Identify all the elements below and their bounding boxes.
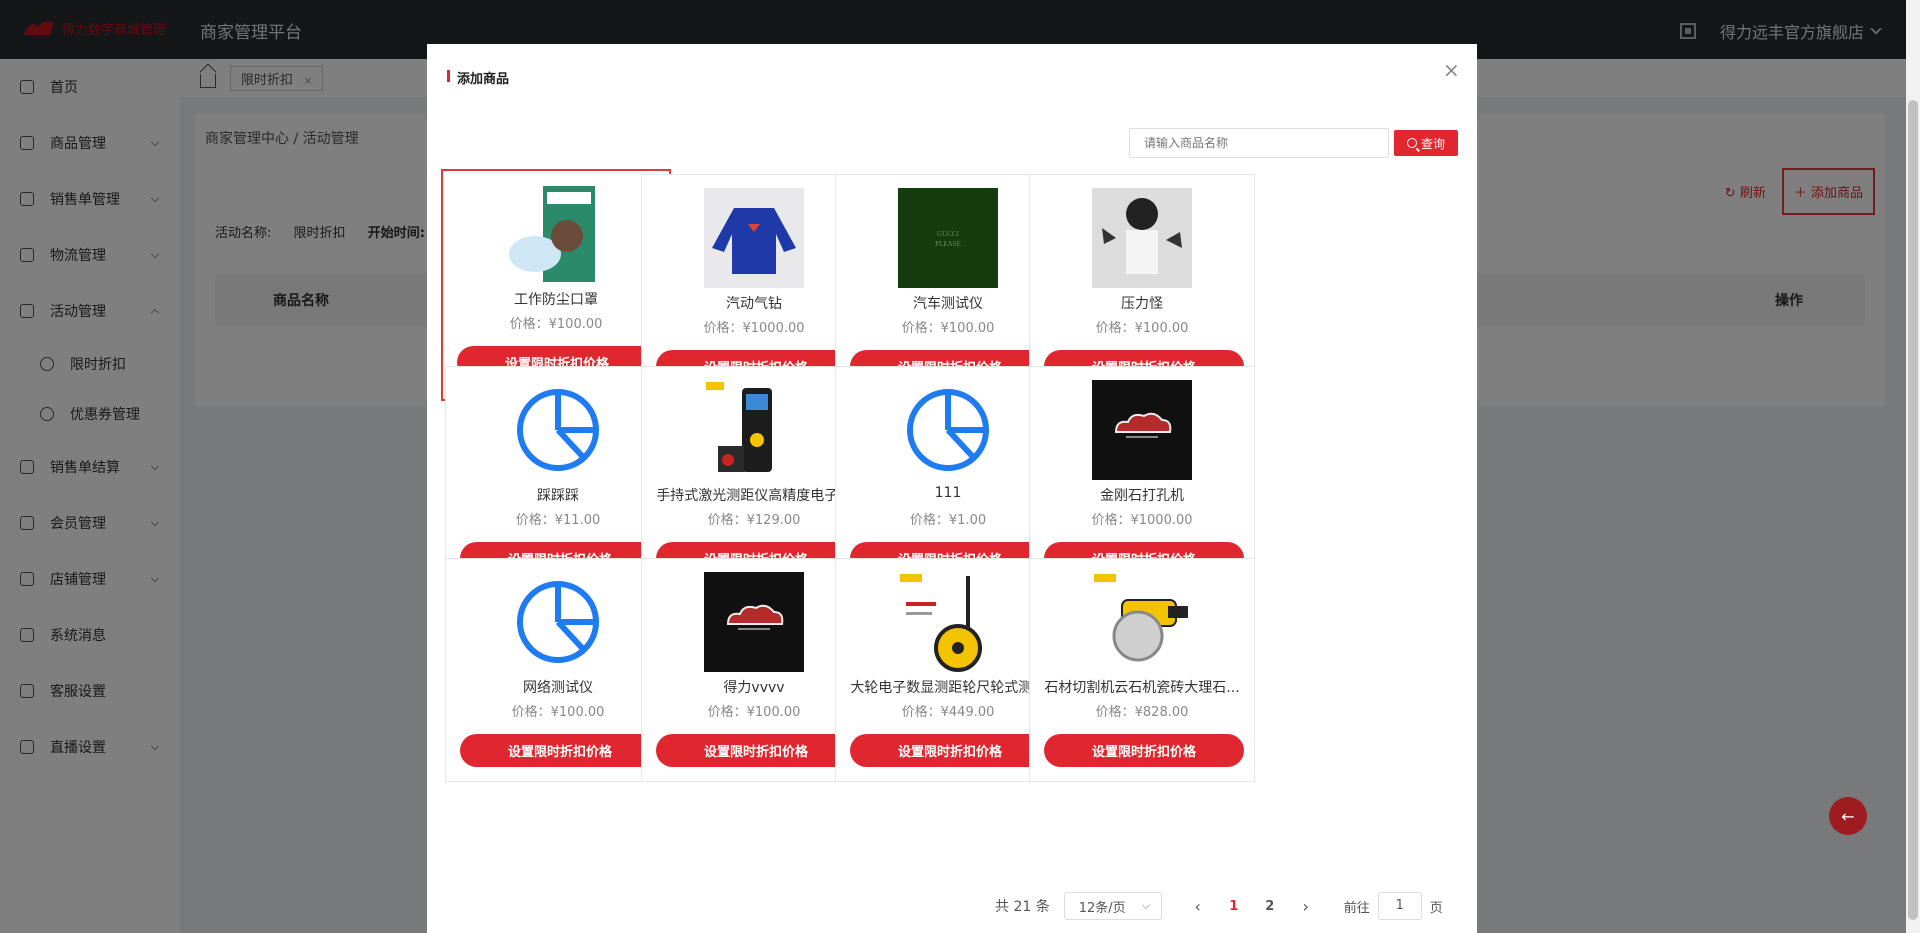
product-image-placeholder-chart: [898, 380, 998, 480]
page-scrollbar[interactable]: [1906, 0, 1920, 933]
goto-page-input[interactable]: 1: [1377, 892, 1422, 920]
price-value: ¥100.00: [1134, 321, 1189, 336]
product-name: 踩踩踩: [537, 488, 579, 504]
product-price: 价格：¥100.00: [1030, 317, 1254, 336]
next-page-icon[interactable]: ›: [1288, 897, 1324, 916]
product-name: 汽车测试仪: [913, 296, 983, 312]
product-price: 价格：¥100.00: [642, 701, 866, 720]
product-card[interactable]: 石材切割机云石机瓷砖大理石... 价格：¥828.00 设置限时折扣价格: [1029, 558, 1255, 782]
dialog-title: 添加商品: [447, 68, 509, 87]
set-discount-price-button[interactable]: 设置限时折扣价格: [850, 734, 1050, 767]
product-card[interactable]: 大轮电子数显测距轮尺轮式测... 价格：¥449.00 设置限时折扣价格: [835, 558, 1061, 782]
scroll-thumb[interactable]: [1908, 100, 1918, 920]
product-name: 网络测试仪: [523, 680, 593, 696]
product-card[interactable]: 金刚石打孔机价格：¥1000.00设置限时折扣价格: [1029, 366, 1255, 590]
price-label: 价格：: [1095, 705, 1135, 720]
price-label: 价格：: [1091, 513, 1131, 528]
search-button[interactable]: 查询: [1394, 130, 1458, 156]
product-card[interactable]: 手持式激光测距仪高精度电子...价格：¥129.00设置限时折扣价格: [641, 366, 867, 590]
product-price: 价格：¥1000.00: [1030, 509, 1254, 528]
page-size-value: 12条/页: [1078, 900, 1126, 916]
page-suffix: 页: [1429, 900, 1443, 916]
product-name: 金刚石打孔机: [1100, 488, 1184, 504]
price-label: 价格：: [707, 705, 747, 720]
price-value: ¥100.00: [548, 317, 603, 332]
product-price: 价格：¥129.00: [642, 509, 866, 528]
pagination: 共 21 条 12条/页 ‹ 1 2 › 前往 1 页: [995, 892, 1443, 920]
product-image-wheel-meter-product: [898, 572, 998, 672]
price-value: ¥100.00: [550, 705, 605, 720]
add-goods-dialog: 添加商品 × 查询 工作防尘口罩价格：¥100.00设置限时折扣价格汽动气钻价格…: [427, 44, 1477, 933]
product-card[interactable]: 111价格：¥1.00设置限时折扣价格: [835, 366, 1061, 590]
set-discount-price-button[interactable]: 设置限时折扣价格: [656, 734, 856, 767]
goto-label: 前往: [1343, 900, 1370, 916]
product-name: 压力怪: [1121, 296, 1163, 312]
product-price: 价格：¥100.00: [446, 701, 670, 720]
product-card[interactable]: 压力怪价格：¥100.00设置限时折扣价格: [1029, 174, 1255, 398]
product-name: 手持式激光测距仪高精度电子...: [656, 488, 852, 504]
product-image-green-box-product: GUCCI PLEASE: [898, 188, 998, 288]
product-image-laser-meter-product: [704, 380, 804, 480]
product-price: 价格：¥1000.00: [642, 317, 866, 336]
product-image-placeholder-chart: [508, 380, 608, 480]
product-name: 石材切割机云石机瓷砖大理石...: [1044, 680, 1240, 696]
search-icon: [1406, 138, 1417, 148]
product-price: 价格：¥1.00: [836, 509, 1060, 528]
prev-page-icon[interactable]: ‹: [1180, 897, 1216, 916]
price-label: 价格：: [909, 513, 949, 528]
set-discount-price-button[interactable]: 设置限时折扣价格: [1044, 734, 1244, 767]
product-name: 得力vvvv: [723, 680, 785, 696]
price-label: 价格：: [511, 705, 551, 720]
product-image-mask-product: [505, 184, 605, 284]
product-price: 价格：¥828.00: [1030, 701, 1254, 720]
product-card[interactable]: 得力vvvv 价格：¥100.00 设置限时折扣价格: [641, 558, 867, 782]
product-price: 价格：¥449.00: [836, 701, 1060, 720]
svg-text:GUCCI: GUCCI: [937, 230, 959, 238]
price-value: ¥1.00: [948, 513, 987, 528]
price-label: 价格：: [901, 321, 941, 336]
product-card[interactable]: GUCCIPLEASE汽车测试仪价格：¥100.00设置限时折扣价格: [835, 174, 1061, 398]
product-name: 汽动气钻: [726, 296, 782, 312]
price-value: ¥828.00: [1134, 705, 1189, 720]
price-label: 价格：: [509, 317, 549, 332]
price-label: 价格：: [1095, 321, 1135, 336]
price-value: ¥1000.00: [1130, 513, 1193, 528]
product-image-saw-product: [1092, 572, 1192, 672]
product-card[interactable]: 踩踩踩价格：¥11.00设置限时折扣价格: [445, 366, 671, 590]
product-name: 111: [934, 485, 962, 501]
pagination-total: 共 21 条: [995, 899, 1050, 915]
page-size-select[interactable]: 12条/页: [1063, 892, 1162, 920]
product-name: 工作防尘口罩: [514, 292, 598, 308]
price-label: 价格：: [707, 513, 747, 528]
search-input[interactable]: [1129, 128, 1389, 158]
product-image-anime-figure-product: [1092, 188, 1192, 288]
price-value: ¥1000.00: [742, 321, 805, 336]
product-name: 大轮电子数显测距轮尺轮式测...: [850, 680, 1046, 696]
product-card[interactable]: 汽动气钻价格：¥1000.00设置限时折扣价格: [641, 174, 867, 398]
price-value: ¥100.00: [746, 705, 801, 720]
product-price: 价格：¥100.00: [443, 313, 669, 332]
product-price: 价格：¥11.00: [446, 509, 670, 528]
price-value: ¥11.00: [554, 513, 601, 528]
page-1-button[interactable]: 1: [1216, 899, 1252, 914]
price-value: ¥100.00: [940, 321, 995, 336]
product-price: 价格：¥100.00: [836, 317, 1060, 336]
product-card[interactable]: 网络测试仪价格：¥100.00 设置限时折扣价格: [445, 558, 671, 782]
price-label: 价格：: [515, 513, 555, 528]
svg-text:PLEASE: PLEASE: [935, 240, 961, 248]
search-button-label: 查询: [1420, 136, 1445, 151]
product-image-placeholder-chart: [508, 572, 608, 672]
set-discount-price-button[interactable]: 设置限时折扣价格: [460, 734, 660, 767]
close-icon[interactable]: ×: [1443, 60, 1460, 80]
goto-page: 前往 1 页: [1344, 892, 1443, 920]
price-value: ¥129.00: [746, 513, 801, 528]
product-image-sweater-product: [704, 188, 804, 288]
back-arrow-button[interactable]: ←: [1829, 797, 1867, 835]
page-2-button[interactable]: 2: [1252, 899, 1288, 914]
product-image-cloud-logo-product: [704, 572, 804, 672]
price-label: 价格：: [901, 705, 941, 720]
price-value: ¥449.00: [940, 705, 995, 720]
product-image-cloud-logo-product: [1092, 380, 1192, 480]
price-label: 价格：: [703, 321, 743, 336]
